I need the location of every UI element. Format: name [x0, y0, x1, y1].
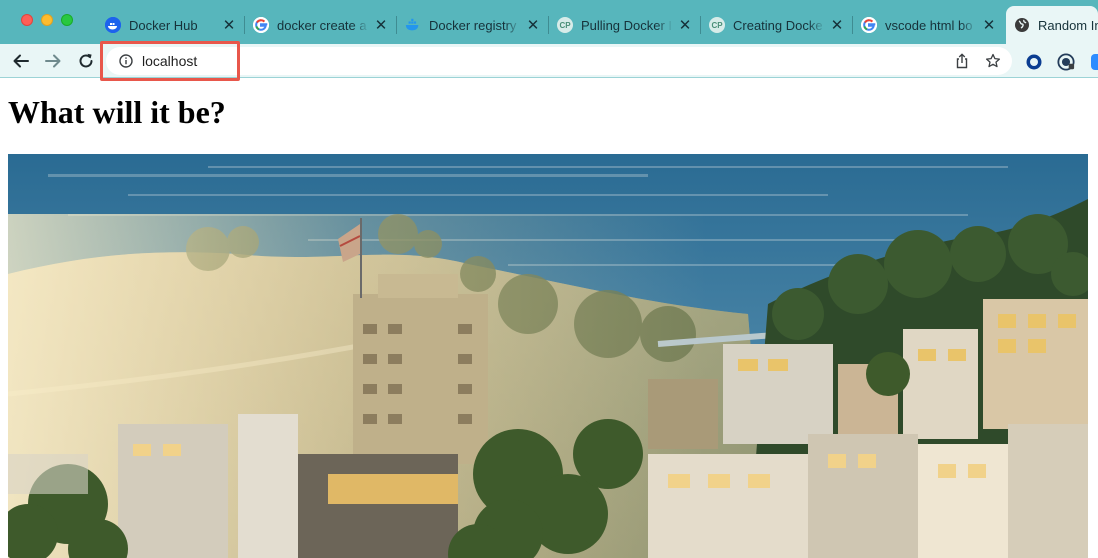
page-title: What will it be? [8, 94, 226, 130]
tab-close-icon[interactable]: ✕ [221, 17, 237, 33]
minimize-window-button[interactable] [41, 14, 53, 26]
forward-button[interactable] [40, 48, 66, 74]
tab-vscode-html[interactable]: vscode html bo ✕ [853, 6, 1005, 44]
google-icon [861, 17, 877, 33]
back-button[interactable] [8, 48, 34, 74]
address-bar[interactable]: localhost [106, 47, 1012, 75]
tab-title: Pulling Docker I [581, 17, 673, 33]
tab-close-icon[interactable]: ✕ [981, 17, 997, 33]
arrow-right-icon [45, 54, 61, 68]
tab-docker-hub[interactable]: Docker Hub ✕ [97, 6, 245, 44]
tab-random-image[interactable]: Random Im [1006, 6, 1098, 44]
reload-button[interactable] [73, 48, 99, 74]
tab-strip: Docker Hub ✕ docker create a ✕ Docker re… [0, 0, 1098, 44]
reload-icon [79, 53, 93, 68]
docker-docs-icon [405, 17, 421, 33]
cp-icon: CP [557, 17, 573, 33]
tab-title: Docker Hub [129, 17, 198, 33]
globe-icon [1014, 17, 1030, 33]
extension-zoom-icon[interactable] [1088, 53, 1098, 71]
close-window-button[interactable] [21, 14, 33, 26]
share-icon[interactable] [952, 51, 972, 71]
tab-docker-registry[interactable]: Docker registry ✕ [397, 6, 549, 44]
cp-icon: CP [709, 17, 725, 33]
tab-title: docker create a [277, 17, 367, 33]
google-icon [253, 17, 269, 33]
tab-title: Docker registry [429, 17, 517, 33]
bookmark-star-icon[interactable] [983, 51, 1003, 71]
tab-pulling-docker[interactable]: CP Pulling Docker I ✕ [549, 6, 701, 44]
tab-creating-docker[interactable]: CP Creating Docke ✕ [701, 6, 853, 44]
maximize-window-button[interactable] [61, 14, 73, 26]
tab-title: Random Im [1038, 17, 1098, 33]
extension-circle-icon[interactable] [1025, 53, 1043, 71]
docker-icon [105, 17, 121, 33]
tab-title: vscode html bo [885, 17, 973, 33]
tab-close-icon[interactable]: ✕ [829, 17, 845, 33]
extension-guard-icon[interactable] [1057, 53, 1075, 71]
tab-title: Creating Docke [733, 17, 823, 33]
random-image [8, 154, 1088, 558]
tab-close-icon[interactable]: ✕ [677, 17, 693, 33]
tab-close-icon[interactable]: ✕ [373, 17, 389, 33]
tab-close-icon[interactable]: ✕ [525, 17, 541, 33]
tab-docker-create[interactable]: docker create a ✕ [245, 6, 397, 44]
annotation-highlight-box [100, 41, 240, 81]
arrow-left-icon [13, 54, 29, 68]
